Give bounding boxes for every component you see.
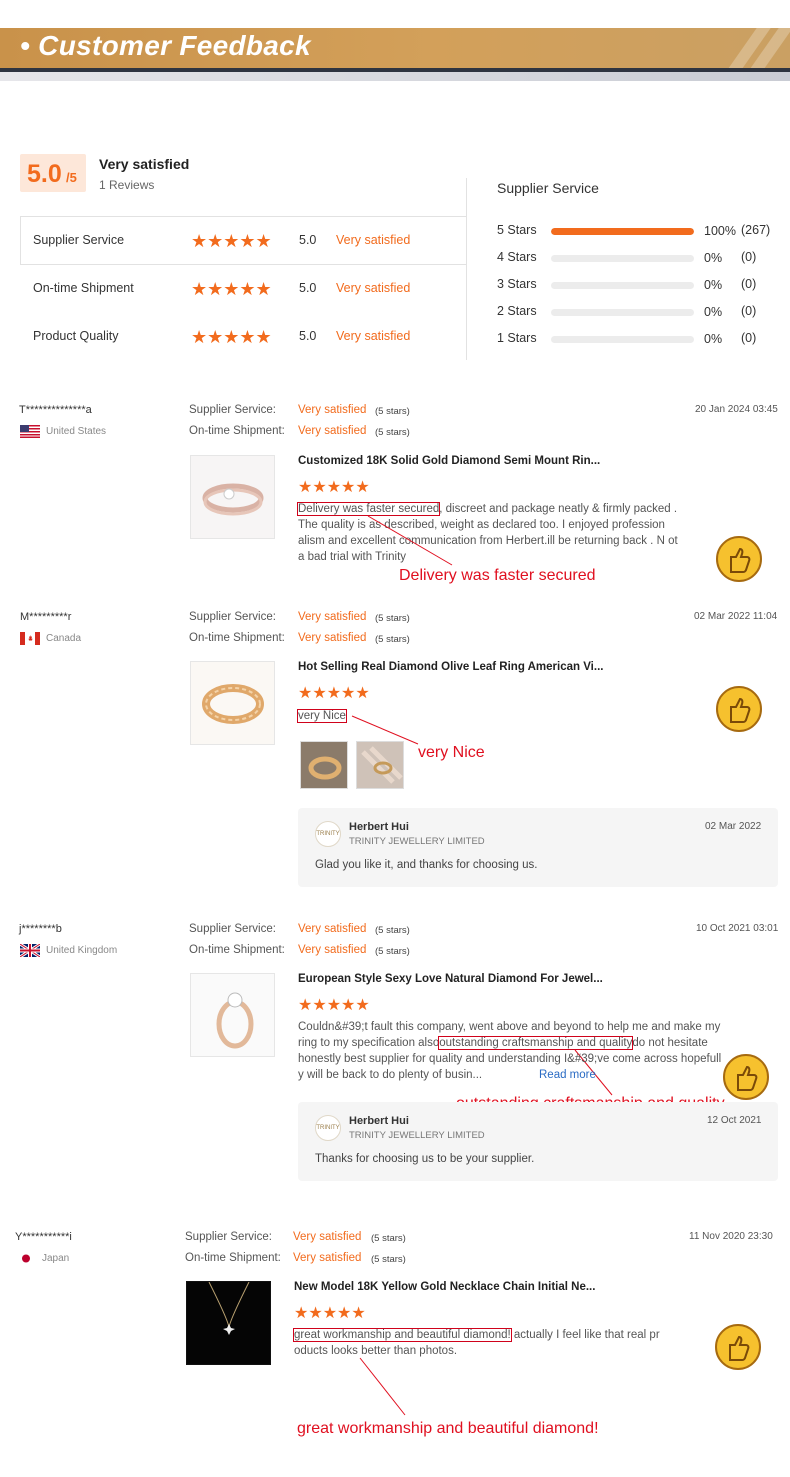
review-date: 02 Mar 2022 11:04 bbox=[694, 611, 778, 622]
reply-author: Herbert Hui bbox=[349, 1115, 409, 1127]
shipment-stars: (5 stars) bbox=[375, 634, 410, 645]
review-stars: ★★★★★ bbox=[298, 997, 370, 1014]
product-image[interactable] bbox=[186, 1281, 271, 1365]
highlighted-phrase: very Nice bbox=[297, 709, 347, 723]
reviewer-name: M*********r bbox=[20, 611, 72, 623]
reviewer-name: j********b bbox=[19, 923, 62, 935]
supplier-service-stars: (5 stars) bbox=[371, 1233, 406, 1244]
shipment-label: On-time Shipment: bbox=[189, 944, 285, 956]
reply-text: Glad you like it, and thanks for choosin… bbox=[315, 859, 538, 871]
review-text-line: ring to my specification alsooutstanding… bbox=[298, 1035, 738, 1051]
shipment-value: Very satisfied bbox=[298, 944, 367, 956]
read-more-link[interactable]: Read more bbox=[539, 1069, 596, 1081]
supplier-service-label: Supplier Service: bbox=[185, 1231, 272, 1243]
review-text-part: do not hesitate bbox=[632, 1037, 708, 1049]
review-photo[interactable] bbox=[356, 741, 404, 789]
highlighted-phrase: outstanding craftsmanship and quality bbox=[438, 1036, 634, 1050]
review-date: 10 Oct 2021 03:01 bbox=[696, 923, 779, 934]
supplier-service-value: Very satisfied bbox=[293, 1231, 362, 1243]
review-photo[interactable] bbox=[300, 741, 348, 789]
reply-company: TRINITY JEWELLERY LIMITED bbox=[349, 836, 485, 847]
product-title[interactable]: Hot Selling Real Diamond Olive Leaf Ring… bbox=[298, 661, 603, 673]
review-text-part: actually I feel like that real pr bbox=[510, 1329, 660, 1341]
reply-date: 12 Oct 2021 bbox=[707, 1115, 762, 1126]
review-text-part: ring to my specification also bbox=[298, 1037, 440, 1049]
reply-text: Thanks for choosing us to be your suppli… bbox=[315, 1153, 535, 1165]
supplier-reply: TRINITY Herbert Hui TRINITY JEWELLERY LI… bbox=[298, 1102, 778, 1181]
supplier-service-stars: (5 stars) bbox=[375, 613, 410, 624]
reviewer-country: Japan bbox=[42, 1253, 70, 1264]
review-text-line: great workmanship and beautiful diamond!… bbox=[293, 1327, 674, 1343]
shipment-value: Very satisfied bbox=[298, 632, 367, 644]
annotation-label: very Nice bbox=[418, 744, 485, 761]
thumbs-up-icon bbox=[716, 536, 762, 582]
review-text: great workmanship and beautiful diamond!… bbox=[293, 1327, 674, 1359]
review-text-line: y will be back to do plenty of busin... bbox=[298, 1069, 483, 1081]
review-text-line: honestly best supplier for quality and u… bbox=[298, 1053, 722, 1065]
supplier-service-value: Very satisfied bbox=[298, 611, 367, 623]
review-text-line: Couldn&#39;t fault this company, went ab… bbox=[298, 1021, 721, 1033]
shipment-value: Very satisfied bbox=[293, 1252, 362, 1264]
review-text: very Nice bbox=[297, 708, 347, 724]
reviewer-country: Canada bbox=[46, 633, 82, 644]
review-stars: ★★★★★ bbox=[298, 685, 370, 702]
supplier-service-label: Supplier Service: bbox=[189, 923, 276, 935]
supplier-service-label: Supplier Service: bbox=[189, 611, 276, 623]
review-text: Couldn&#39;t fault this company, went ab… bbox=[298, 1019, 738, 1083]
supplier-service-value: Very satisfied bbox=[298, 923, 367, 935]
review-text-line: oducts looks better than photos. bbox=[294, 1345, 458, 1357]
supplier-logo: TRINITY bbox=[315, 1115, 341, 1141]
reply-date: 02 Mar 2022 bbox=[705, 821, 762, 832]
shipment-label: On-time Shipment: bbox=[185, 1252, 281, 1264]
product-image[interactable] bbox=[190, 661, 275, 745]
supplier-logo: TRINITY bbox=[315, 821, 341, 847]
supplier-reply: TRINITY Herbert Hui TRINITY JEWELLERY LI… bbox=[298, 808, 778, 887]
reply-author: Herbert Hui bbox=[349, 821, 409, 833]
reviewer-country: United Kingdom bbox=[46, 945, 118, 956]
review-stars: ★★★★★ bbox=[294, 1305, 366, 1322]
shipment-label: On-time Shipment: bbox=[189, 632, 285, 644]
thumbs-up-icon bbox=[716, 686, 762, 732]
canada-flag-icon bbox=[20, 632, 40, 645]
annotation-label: Delivery was faster secured bbox=[399, 567, 596, 584]
review-date: 11 Nov 2020 23:30 bbox=[689, 1231, 773, 1242]
supplier-service-stars: (5 stars) bbox=[375, 925, 410, 936]
thumbs-up-icon bbox=[715, 1324, 761, 1370]
annotation-label: great workmanship and beautiful diamond! bbox=[297, 1420, 599, 1437]
product-title[interactable]: European Style Sexy Love Natural Diamond… bbox=[298, 973, 603, 985]
reviewer-name: Y***********i bbox=[15, 1231, 72, 1243]
product-image[interactable] bbox=[190, 973, 275, 1057]
uk-flag-icon bbox=[20, 944, 40, 957]
product-title[interactable]: New Model 18K Yellow Gold Necklace Chain… bbox=[294, 1281, 595, 1293]
japan-flag-icon bbox=[16, 1252, 36, 1265]
highlighted-phrase: great workmanship and beautiful diamond! bbox=[293, 1328, 512, 1342]
reply-company: TRINITY JEWELLERY LIMITED bbox=[349, 1130, 485, 1141]
shipment-stars: (5 stars) bbox=[371, 1254, 406, 1265]
shipment-stars: (5 stars) bbox=[375, 946, 410, 957]
thumbs-up-icon bbox=[723, 1054, 769, 1100]
